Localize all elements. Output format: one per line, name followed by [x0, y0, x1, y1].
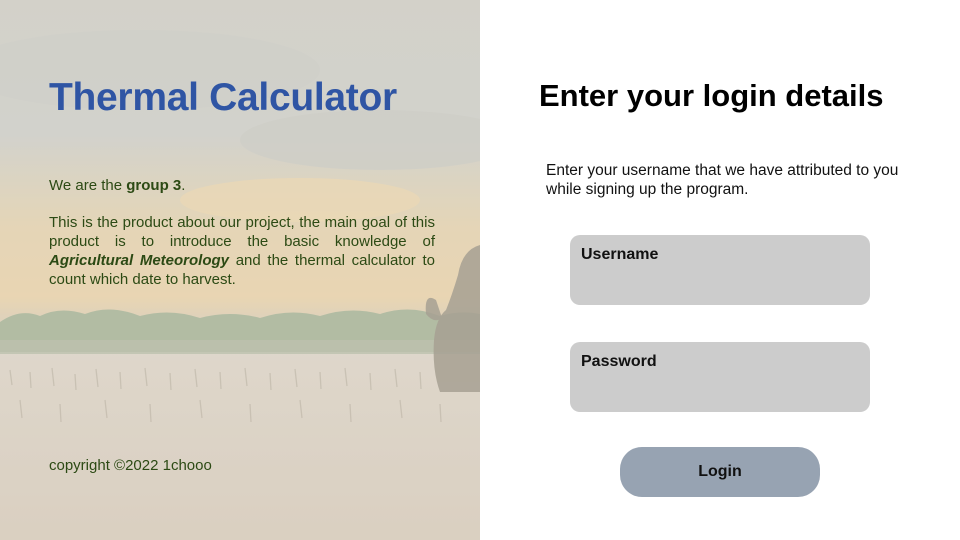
- username-field[interactable]: Username: [570, 235, 870, 305]
- group-name: group 3: [126, 177, 182, 194]
- intro-prefix: We are the: [49, 177, 127, 194]
- desc-part1: This is the product about our project, t…: [49, 214, 435, 250]
- login-title: Enter your login details: [539, 78, 884, 113]
- product-description: This is the product about our project, t…: [49, 213, 435, 289]
- desc-highlight: Agricultural Meteorology: [49, 252, 230, 269]
- password-label: Password: [581, 353, 657, 370]
- login-description: Enter your username that we have attribu…: [546, 162, 899, 198]
- username-label: Username: [581, 246, 659, 263]
- copyright-text: copyright ©2022 1chooo: [49, 457, 212, 474]
- login-panel: Enter your login details Enter your user…: [480, 0, 960, 540]
- username-input[interactable]: [581, 271, 857, 295]
- password-field[interactable]: Password: [570, 342, 870, 412]
- intro-panel: Thermal Calculator We are the group 3. T…: [0, 0, 480, 540]
- login-button[interactable]: Login: [620, 447, 820, 497]
- intro-suffix: .: [181, 177, 186, 194]
- password-input[interactable]: [581, 378, 857, 402]
- app-title: Thermal Calculator: [49, 76, 397, 119]
- group-intro-text: We are the group 3.: [49, 176, 435, 195]
